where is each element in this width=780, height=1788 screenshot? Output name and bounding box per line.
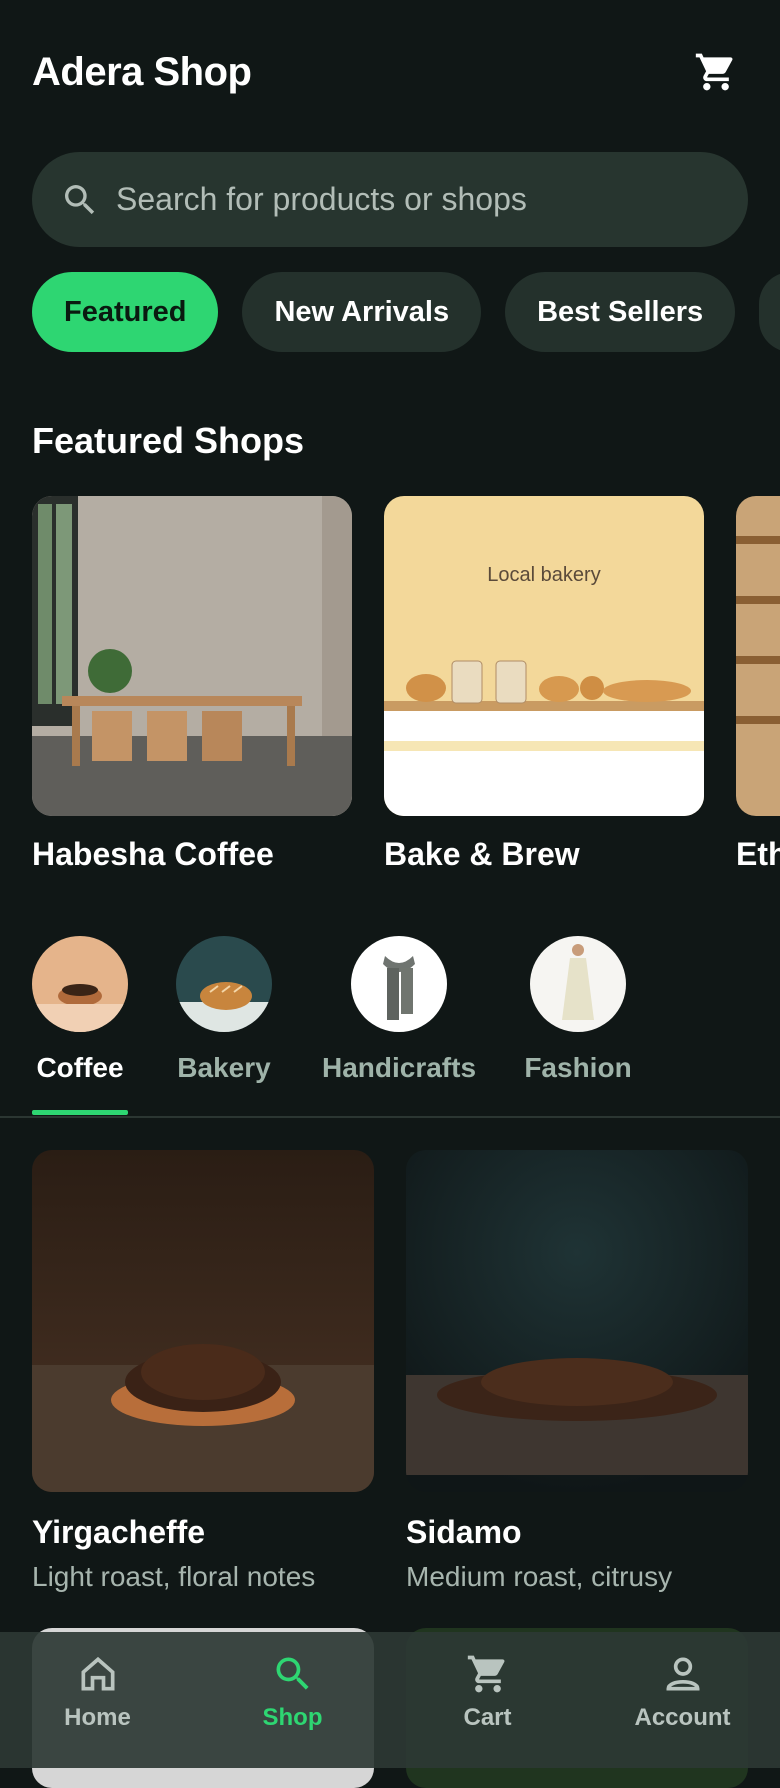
shop-card[interactable]: Habesha Coffee <box>32 496 352 876</box>
category-active-indicator <box>32 1110 128 1115</box>
category-bakery[interactable]: Bakery <box>154 936 294 1084</box>
product-card[interactable]: Sidamo Medium roast, citrusy <box>406 1150 748 1593</box>
product-image <box>406 1150 748 1492</box>
nav-cart[interactable]: Cart <box>390 1632 585 1768</box>
category-image <box>176 936 272 1032</box>
product-subtitle: Medium roast, citrusy <box>406 1561 673 1592</box>
featured-shops-title: Featured Shops <box>32 420 305 461</box>
nav-label: Home <box>64 1704 131 1731</box>
account-icon <box>665 1657 700 1691</box>
shop-image-bake-and-brew: Local bakery <box>384 496 704 816</box>
app-header: Adera Shop <box>32 40 748 104</box>
filter-chips: Featured New Arrivals Best Sellers <box>32 272 780 352</box>
home-icon <box>81 1656 114 1691</box>
category-tabs: Coffee Bakery Handicrafts Fashion <box>0 936 780 1116</box>
category-label: Coffee <box>36 1052 124 1083</box>
featured-shops-carousel[interactable]: Habesha Coffee Local bakery Bake & Brew <box>32 496 780 876</box>
category-image <box>351 936 447 1032</box>
nav-label: Cart <box>463 1704 512 1731</box>
chip-featured[interactable]: Featured <box>32 272 219 352</box>
cart-button[interactable] <box>684 40 748 104</box>
category-divider <box>0 1116 780 1118</box>
category-label: Bakery <box>177 1052 271 1083</box>
product-card[interactable]: Yirgacheffe Light roast, floral notes <box>32 1150 374 1593</box>
shop-name: Habesha Coffee <box>32 836 274 872</box>
nav-home[interactable]: Home <box>0 1632 195 1768</box>
cart-icon <box>467 1655 505 1693</box>
app-title: Adera Shop <box>32 49 252 94</box>
product-title: Sidamo <box>406 1514 522 1550</box>
product-image <box>32 1150 374 1492</box>
cart-icon <box>695 53 733 91</box>
nav-label: Shop <box>262 1704 323 1731</box>
search-icon <box>276 1657 309 1690</box>
shop-card[interactable]: Eth <box>736 496 780 876</box>
category-label: Handicrafts <box>321 1052 477 1083</box>
shop-card[interactable]: Local bakery Bake & Brew <box>384 496 704 876</box>
nav-label: Account <box>634 1704 731 1731</box>
category-coffee[interactable]: Coffee <box>10 936 150 1084</box>
category-handicrafts[interactable]: Handicrafts <box>322 936 476 1084</box>
bottom-navigation: Home Shop Cart Account <box>0 1632 780 1768</box>
shop-name: Eth <box>736 836 780 872</box>
nav-account[interactable]: Account <box>585 1632 780 1768</box>
product-title: Yirgacheffe <box>32 1514 206 1550</box>
search-input[interactable] <box>114 180 698 219</box>
chip-new-arrivals[interactable]: New Arrivals <box>242 272 482 352</box>
shop-image-habesha-coffee <box>32 496 352 816</box>
category-image <box>530 936 626 1032</box>
search-icon <box>65 184 95 214</box>
shop-name: Bake & Brew <box>384 836 580 872</box>
shop-image-eth <box>736 496 780 816</box>
chip-more[interactable] <box>759 272 780 352</box>
category-label: Fashion <box>524 1052 632 1083</box>
category-fashion[interactable]: Fashion <box>508 936 648 1084</box>
search-bar[interactable] <box>32 152 748 247</box>
category-image <box>32 936 128 1032</box>
shop-image-caption: Local bakery <box>487 564 601 586</box>
nav-shop[interactable]: Shop <box>195 1632 390 1768</box>
chip-best-sellers[interactable]: Best Sellers <box>505 272 736 352</box>
product-subtitle: Light roast, floral notes <box>32 1561 316 1592</box>
